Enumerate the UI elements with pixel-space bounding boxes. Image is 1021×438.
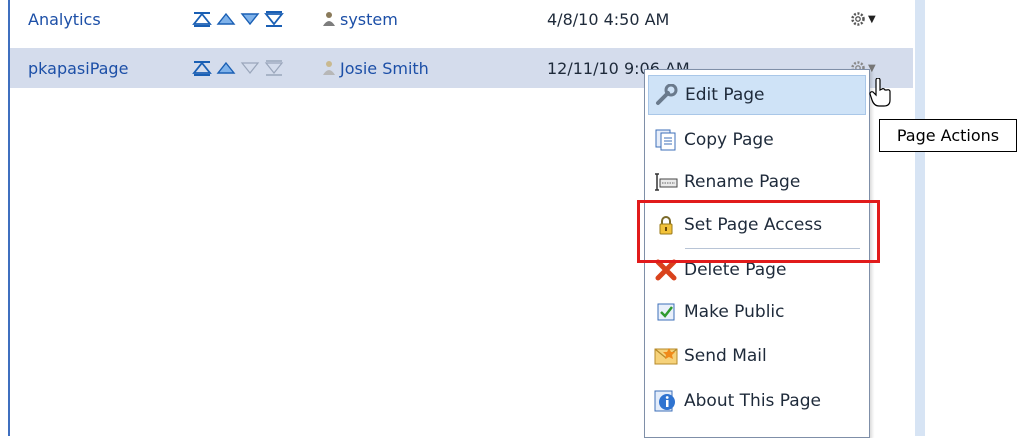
wrench-icon: [655, 83, 679, 107]
hand-cursor-icon: [869, 78, 891, 107]
user-icon: [323, 61, 335, 75]
menu-item-label: Rename Page: [684, 172, 801, 192]
menu-item-copy-page[interactable]: Copy Page: [648, 120, 866, 160]
mail-icon: [654, 344, 678, 368]
left-margin: [0, 0, 8, 436]
right-panel-edge: [915, 0, 925, 436]
move-controls: [192, 48, 284, 88]
tooltip-text: Page Actions: [896, 126, 1000, 145]
menu-item-edit-page[interactable]: Edit Page: [648, 75, 866, 115]
menu-item-make-public[interactable]: Make Public: [648, 292, 866, 332]
owner-name: Josie Smith: [340, 58, 429, 78]
up-triangle-icon[interactable]: [216, 11, 236, 27]
page-name-link[interactable]: pkapasiPage: [28, 48, 128, 88]
menu-item-label: Edit Page: [685, 85, 765, 105]
rename-icon: [654, 170, 678, 194]
double-up-triangle-icon[interactable]: [192, 60, 212, 76]
double-up-triangle-icon[interactable]: [192, 11, 212, 27]
chevron-down-icon: ▼: [868, 13, 876, 25]
tooltip: Page Actions: [879, 119, 1017, 152]
up-triangle-icon[interactable]: [216, 60, 236, 76]
owner-name: system: [340, 9, 398, 29]
move-controls: [192, 0, 284, 38]
menu-item-label: Make Public: [684, 302, 785, 322]
menu-item-rename-page[interactable]: Rename Page: [648, 162, 866, 202]
table-row: Analytics system 4/8/10 4:50 AM ▼: [10, 0, 913, 38]
check-icon: [654, 300, 678, 324]
menu-item-send-mail[interactable]: Send Mail: [648, 336, 866, 376]
copy-icon: [654, 128, 678, 152]
double-down-triangle-icon[interactable]: [264, 11, 284, 27]
menu-item-about-page[interactable]: About This Page: [648, 381, 866, 421]
down-triangle-icon-disabled: [240, 62, 260, 74]
info-icon: [654, 389, 678, 413]
menu-item-label: Send Mail: [684, 346, 767, 366]
owner-cell: Josie Smith: [322, 48, 429, 88]
user-icon: [323, 12, 335, 26]
page-name-link[interactable]: Analytics: [28, 0, 101, 38]
down-triangle-icon[interactable]: [240, 11, 260, 27]
modified-date: 4/8/10 4:50 AM: [547, 9, 670, 29]
menu-item-label: About This Page: [684, 391, 821, 411]
annotation-highlight-box: [637, 200, 880, 263]
double-down-triangle-icon-disabled: [264, 60, 284, 76]
gear-icon: [851, 12, 865, 26]
page-actions-button[interactable]: ▼: [850, 0, 876, 38]
menu-item-label: Copy Page: [684, 130, 774, 150]
owner-cell: system: [322, 0, 398, 38]
menu-item-label: Delete Page: [684, 260, 787, 280]
